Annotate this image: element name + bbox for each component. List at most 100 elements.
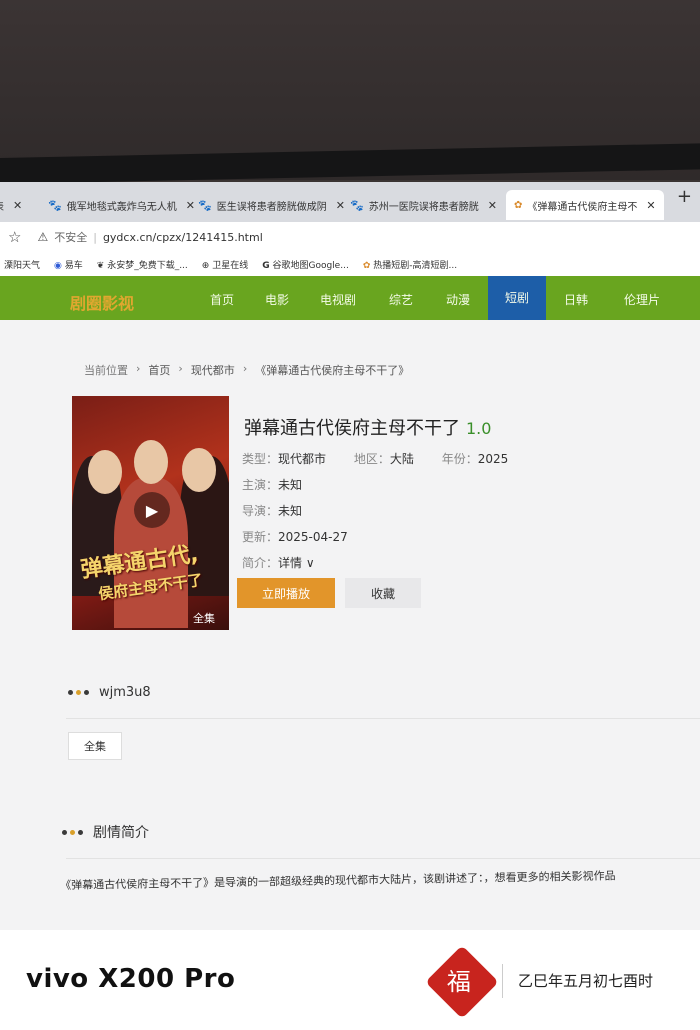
bookmark-icon: ❦: [96, 260, 105, 271]
site-favicon-icon: ✿: [362, 260, 371, 271]
updated-value: 2025-04-27: [278, 530, 348, 544]
meta-intro: 简介：详情 ∨: [242, 554, 315, 571]
close-icon[interactable]: ✕: [186, 199, 195, 212]
bookmark-label: 易车: [64, 260, 83, 271]
meta-updated: 更新：2025-04-27: [242, 528, 348, 545]
score-badge: 1.0: [466, 419, 492, 438]
type-value[interactable]: 现代都市: [278, 452, 326, 466]
poster-badge: 全集: [193, 612, 215, 625]
bookmark-item[interactable]: G 谷歌地图Google...: [262, 258, 349, 271]
tab-2[interactable]: 🐾 俄军地毯式轰炸乌无人机 ✕: [48, 190, 195, 220]
intro-toggle[interactable]: 详情 ∨: [278, 556, 315, 570]
meta-cast: 主演：未知: [242, 476, 302, 493]
paw-icon: 🐾: [350, 198, 364, 212]
source-heading: wjm3u8: [68, 685, 151, 700]
chevron-right-icon: ›: [178, 362, 183, 375]
play-icon[interactable]: ▶: [134, 492, 170, 528]
cast-value: 未知: [278, 478, 303, 492]
tab-label: 苏州一医院误将患者膀胱: [368, 201, 479, 213]
site-favicon-icon: ✿: [514, 199, 523, 211]
tab-4[interactable]: 🐾 苏州一医院误将患者膀胱 ✕: [350, 190, 497, 220]
close-icon[interactable]: ✕: [13, 199, 22, 212]
nav-movies[interactable]: 电影: [265, 291, 289, 308]
security-label[interactable]: 不安全: [54, 229, 87, 245]
bookmark-item[interactable]: ◉ 易车: [54, 258, 83, 271]
nav-ethics[interactable]: 伦理片: [624, 291, 660, 308]
nav-anime[interactable]: 动漫: [446, 291, 470, 308]
tab-label: 表: [0, 198, 4, 213]
drama-title: 弹幕通古代侯府主母不干了 1.0: [244, 414, 491, 440]
year-label: 年份：: [441, 452, 478, 466]
phone-brand: vivo X200 Pro: [26, 964, 236, 994]
close-icon[interactable]: ✕: [488, 199, 497, 212]
episode-button[interactable]: 全集: [68, 732, 122, 760]
bookmark-item[interactable]: ❦ 永安梦_免费下载_...: [97, 258, 188, 271]
meta-row-1: 类型：现代都市 地区：大陆 年份：2025: [242, 450, 508, 467]
tab-3[interactable]: 🐾 医生误将患者膀胱做成阴 ✕: [198, 190, 345, 220]
bookmark-item[interactable]: 溧阳天气: [4, 258, 40, 271]
bookmark-label: 永安梦_免费下载_...: [107, 260, 188, 271]
tab-1[interactable]: 表 ✕: [0, 190, 22, 220]
intro-label: 简介：: [242, 556, 279, 570]
star-icon[interactable]: ☆: [8, 228, 21, 246]
site-logo[interactable]: 剧圈影视: [70, 290, 134, 314]
bookmark-item[interactable]: ⊕ 卫星在线: [202, 258, 248, 271]
poster-face: [134, 440, 168, 484]
close-icon[interactable]: ✕: [646, 199, 655, 212]
synopsis-title: 剧情简介: [93, 825, 149, 841]
updated-label: 更新：: [242, 530, 279, 544]
warning-icon: ⚠: [37, 230, 49, 244]
breadcrumb-prefix: 当前位置: [84, 364, 128, 377]
source-name[interactable]: wjm3u8: [99, 685, 151, 700]
director-value: 未知: [278, 504, 303, 518]
favorite-button[interactable]: 收藏: [345, 578, 421, 608]
new-tab-button[interactable]: +: [677, 186, 692, 207]
bookmark-label: 热播短剧-高清短剧...: [373, 260, 458, 271]
breadcrumb: 当前位置 › 首页 › 现代都市 › 《弹幕通古代侯府主母不干了》: [84, 362, 409, 378]
divider: [502, 964, 503, 998]
bookmark-label: 卫星在线: [212, 260, 249, 271]
region-value[interactable]: 大陆: [390, 452, 414, 466]
director-label: 导演：: [242, 504, 279, 518]
paw-icon: 🐾: [48, 198, 62, 212]
url-field[interactable]: gydcx.cn/cpzx/1241415.html: [103, 231, 263, 244]
dots-icon: [62, 829, 83, 835]
poster-image[interactable]: ▶ 弹幕通古代, 侯府主母不干了 全集: [72, 396, 229, 630]
globe-icon: ◉: [54, 260, 62, 271]
tab-bar: 表 ✕ 🐾 俄军地毯式轰炸乌无人机 ✕ 🐾 医生误将患者膀胱做成阴 ✕ 🐾 苏州…: [0, 182, 700, 222]
tab-label: 俄军地毯式轰炸乌无人机: [66, 201, 177, 213]
meta-director: 导演：未知: [242, 502, 302, 519]
nav-tv[interactable]: 电视剧: [320, 291, 356, 308]
divider: [66, 718, 700, 719]
play-now-button[interactable]: 立即播放: [237, 578, 335, 608]
globe-icon: ⊕: [201, 260, 210, 271]
breadcrumb-current: 《弹幕通古代侯府主母不干了》: [255, 364, 410, 377]
year-value[interactable]: 2025: [478, 452, 509, 466]
monitor-screen: 表 ✕ 🐾 俄军地毯式轰炸乌无人机 ✕ 🐾 医生误将患者膀胱做成阴 ✕ 🐾 苏州…: [0, 182, 700, 930]
title-text: 弹幕通古代侯府主母不干了: [244, 418, 460, 439]
address-bar: ☆ ⚠ 不安全 | gydcx.cn/cpzx/1241415.html: [0, 222, 700, 252]
breadcrumb-home[interactable]: 首页: [148, 362, 170, 378]
cast-label: 主演：: [242, 478, 279, 492]
tab-label: 医生误将患者膀胱做成阴: [216, 201, 327, 213]
nav-short-drama[interactable]: 短剧: [488, 276, 546, 320]
nav-variety[interactable]: 综艺: [389, 291, 413, 308]
close-icon[interactable]: ✕: [336, 199, 345, 212]
region-label: 地区：: [353, 452, 390, 466]
bookmark-label: 谷歌地图Google...: [272, 260, 349, 271]
chevron-right-icon: ›: [136, 362, 141, 375]
separator: |: [93, 230, 97, 244]
tab-label: 《弹幕通古代侯府主母不: [527, 201, 638, 213]
camera-watermark: vivo X200 Pro 福 乙巳年五月初七酉时: [0, 930, 700, 1030]
chevron-right-icon: ›: [242, 362, 248, 375]
tab-active[interactable]: ✿ 《弹幕通古代侯府主母不 ✕: [506, 190, 664, 220]
paw-icon: 🐾: [198, 198, 212, 212]
bookmark-item[interactable]: ✿ 热播短剧-高清短剧...: [363, 258, 457, 271]
fortune-seal-icon: 福: [425, 945, 499, 1019]
nav-home[interactable]: 首页: [210, 291, 234, 308]
nav-jp-kr[interactable]: 日韩: [564, 291, 588, 308]
lunar-date: 乙巳年五月初七酉时: [518, 972, 654, 990]
breadcrumb-category[interactable]: 现代都市: [191, 362, 235, 378]
bookmarks-bar: 溧阳天气 ◉ 易车 ❦ 永安梦_免费下载_... ⊕ 卫星在线 G 谷歌地图Go…: [0, 252, 700, 277]
type-label: 类型：: [242, 452, 279, 466]
